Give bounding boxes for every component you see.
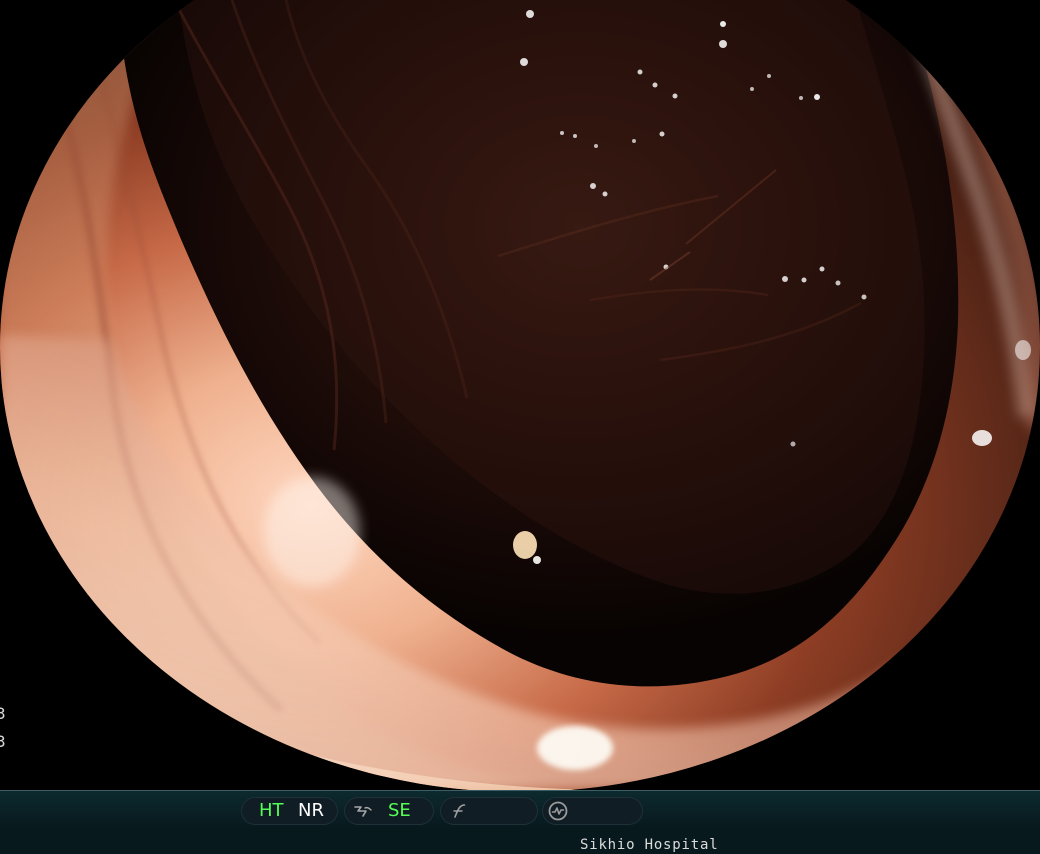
nr-indicator: NR <box>298 800 324 821</box>
endoscopic-image <box>0 0 1040 790</box>
mode-group <box>542 797 643 825</box>
hospital-name: Sikhio Hospital <box>580 837 719 853</box>
endoscopy-viewport: 3 3 <box>0 0 1040 790</box>
status-bar: HT NR SE <box>0 790 1040 828</box>
f-function-icon <box>453 804 466 818</box>
side-mark-1: 3 <box>0 704 6 723</box>
ht-indicator: HT <box>259 800 284 821</box>
f-function-group <box>440 797 538 825</box>
circle-mode-icon <box>548 801 568 821</box>
se-indicator: SE <box>388 800 411 821</box>
footer: Sikhio Hospital <box>0 828 1040 854</box>
edge-enhance-icon <box>354 806 372 817</box>
enhancement-group: SE <box>344 797 434 825</box>
ht-nr-group: HT NR <box>241 797 338 825</box>
side-marks: 3 3 <box>0 700 10 756</box>
side-mark-2: 3 <box>0 732 6 751</box>
